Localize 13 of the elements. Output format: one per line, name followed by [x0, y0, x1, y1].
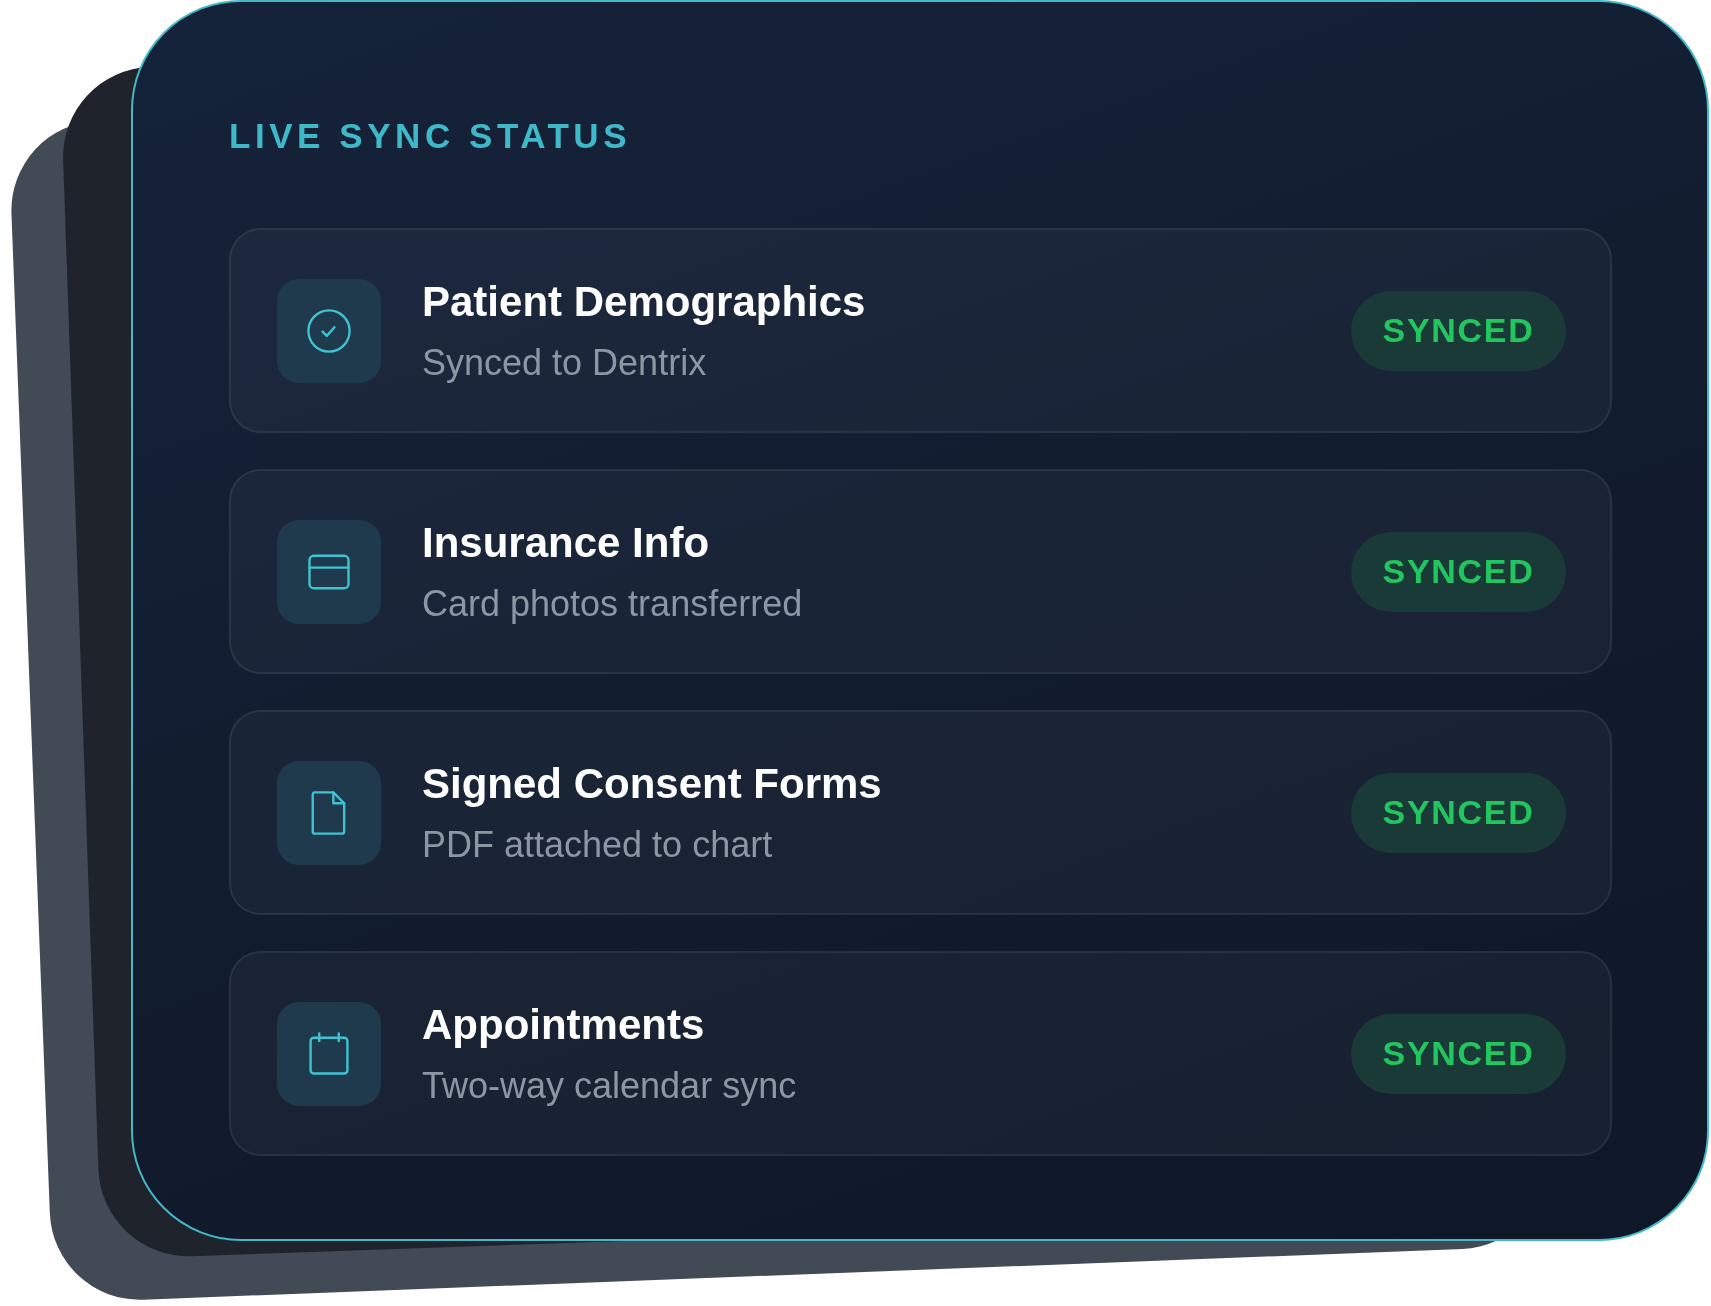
item-subtitle: Card photos transferred — [422, 581, 804, 626]
status-badge: SYNCED — [1351, 772, 1566, 853]
item-subtitle: Synced to Dentrix — [422, 340, 708, 385]
status-badge: SYNCED — [1351, 1013, 1566, 1094]
item-subtitle: PDF attached to chart — [422, 822, 774, 867]
status-badge: SYNCED — [1351, 531, 1566, 612]
card-heading: LIVE SYNC STATUS — [229, 115, 633, 157]
item-title: Insurance Info — [422, 517, 711, 568]
item-subtitle: Two-way calendar sync — [422, 1063, 798, 1108]
item-title: Patient Demographics — [422, 276, 867, 327]
status-badge: SYNCED — [1351, 290, 1566, 371]
item-title: Appointments — [422, 999, 706, 1050]
item-title: Signed Consent Forms — [422, 758, 883, 809]
